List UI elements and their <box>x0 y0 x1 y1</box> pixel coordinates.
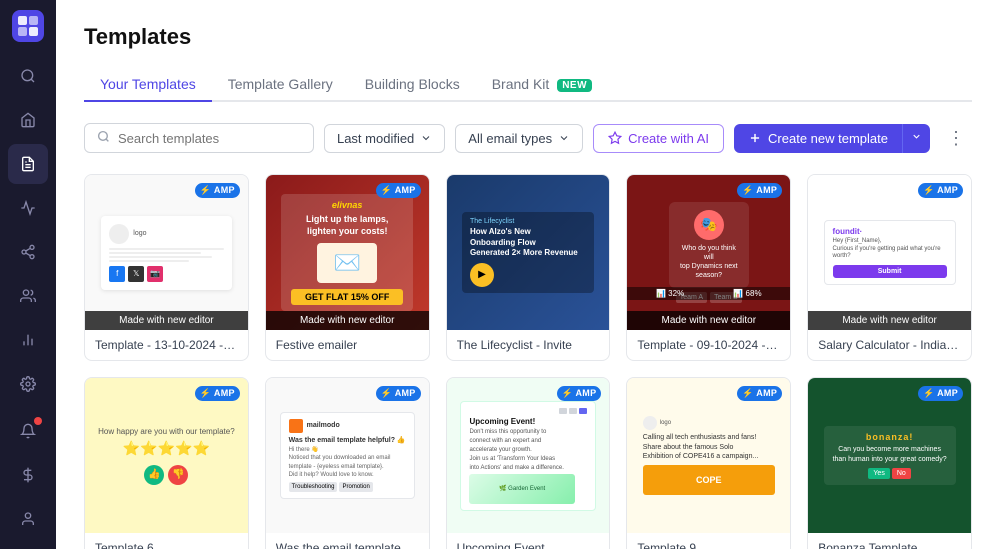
amp-badge: ⚡ AMP <box>737 386 782 401</box>
create-with-ai-button[interactable]: Create with AI <box>593 124 724 153</box>
new-editor-banner: Made with new editor <box>266 311 429 330</box>
amp-badge: ⚡ AMP <box>737 183 782 198</box>
template-card[interactable]: ⚡ AMP elivnas Light up the lamps,lighten… <box>265 174 430 361</box>
sidebar <box>0 0 56 549</box>
last-modified-filter[interactable]: Last modified <box>324 124 445 153</box>
sidebar-item-profile[interactable] <box>8 499 48 539</box>
template-card[interactable]: ⚡ AMP bonanza! Can you become more machi… <box>807 377 972 549</box>
template-title: Template 9 <box>637 541 780 549</box>
amp-badge: ⚡ AMP <box>376 183 421 198</box>
template-preview: ⚡ AMP bonanza! Can you become more machi… <box>808 378 971 533</box>
tab-brand-kit[interactable]: Brand Kit NEW <box>476 68 608 102</box>
template-title: Bonanza Template <box>818 541 961 549</box>
more-options-button[interactable]: ⋮ <box>940 122 972 154</box>
tab-bar: Your Templates Template Gallery Building… <box>84 68 972 102</box>
template-preview: ⚡ AMP mailmodo Was the email template he… <box>266 378 429 533</box>
template-title: Template 6 <box>95 541 238 549</box>
search-icon <box>97 130 110 146</box>
templates-grid: ⚡ AMP logo f 𝕏 📷 Made w <box>84 174 972 549</box>
amp-badge: ⚡ AMP <box>376 386 421 401</box>
template-title: Salary Calculator - India_final <box>818 338 961 352</box>
sidebar-item-templates[interactable] <box>8 144 48 184</box>
new-editor-banner: Made with new editor <box>627 311 790 330</box>
template-card[interactable]: ⚡ AMP Upcoming Event!Don't miss this opp… <box>446 377 611 549</box>
new-badge: NEW <box>557 79 592 92</box>
amp-badge: ⚡ AMP <box>195 183 240 198</box>
template-preview: ⚡ AMP foundit· Hey {First_Name},Curious … <box>808 175 971 330</box>
email-type-filter[interactable]: All email types <box>455 124 583 153</box>
amp-badge: ⚡ AMP <box>557 386 602 401</box>
template-title: The Lifecyclist - Invite <box>457 338 600 352</box>
create-template-dropdown-button[interactable] <box>902 124 930 153</box>
template-preview: The Lifecyclist How Alzo's NewOnboarding… <box>447 175 610 330</box>
sidebar-item-share[interactable] <box>8 232 48 272</box>
template-preview: ⚡ AMP elivnas Light up the lamps,lighten… <box>266 175 429 330</box>
amp-badge: ⚡ AMP <box>918 386 963 401</box>
template-card[interactable]: ⚡ AMP logo Calling all tech enthusiasts … <box>626 377 791 549</box>
template-preview: ⚡ AMP 🎭 Who do you think willtop Dynamic… <box>627 175 790 330</box>
template-card[interactable]: ⚡ AMP How happy are you with our templat… <box>84 377 249 549</box>
main-content: Templates Your Templates Template Galler… <box>56 0 1000 549</box>
create-new-template-button[interactable]: Create new template <box>734 124 902 153</box>
template-preview: ⚡ AMP logo f 𝕏 📷 Made w <box>85 175 248 330</box>
template-preview: ⚡ AMP Upcoming Event!Don't miss this opp… <box>447 378 610 533</box>
sidebar-item-home[interactable] <box>8 100 48 140</box>
toolbar: Last modified All email types Create wit… <box>84 122 972 154</box>
sidebar-item-settings[interactable] <box>8 364 48 404</box>
template-title: Template - 09-10-2024 - 04:24 <box>637 338 780 352</box>
notification-badge <box>34 417 42 425</box>
app-logo[interactable] <box>12 10 44 42</box>
new-editor-banner: Made with new editor <box>808 311 971 330</box>
new-editor-banner: Made with new editor <box>85 311 248 330</box>
template-title: Upcoming Event <box>457 541 600 549</box>
amp-badge: ⚡ AMP <box>195 386 240 401</box>
template-card[interactable]: ⚡ AMP mailmodo Was the email template he… <box>265 377 430 549</box>
template-card[interactable]: ⚡ AMP 🎭 Who do you think willtop Dynamic… <box>626 174 791 361</box>
create-template-group: Create new template <box>734 124 930 153</box>
template-card[interactable]: ⚡ AMP foundit· Hey {First_Name},Curious … <box>807 174 972 361</box>
template-title: Festive emailer <box>276 338 419 352</box>
sidebar-item-search[interactable] <box>8 56 48 96</box>
sidebar-item-analytics[interactable] <box>8 188 48 228</box>
amp-badge: ⚡ AMP <box>918 183 963 198</box>
template-card[interactable]: The Lifecyclist How Alzo's NewOnboarding… <box>446 174 611 361</box>
stats-bar: 📊 32%📊 68% <box>627 287 790 300</box>
template-preview: ⚡ AMP How happy are you with our templat… <box>85 378 248 533</box>
template-title: Template - 13-10-2024 - 02:44 <box>95 338 238 352</box>
sidebar-item-notifications[interactable] <box>8 411 48 451</box>
sidebar-item-charts[interactable] <box>8 320 48 360</box>
tab-your-templates[interactable]: Your Templates <box>84 68 212 102</box>
tab-template-gallery[interactable]: Template Gallery <box>212 68 349 102</box>
template-preview: ⚡ AMP logo Calling all tech enthusiasts … <box>627 378 790 533</box>
search-box[interactable] <box>84 123 314 153</box>
sidebar-item-users[interactable] <box>8 276 48 316</box>
sidebar-item-billing[interactable] <box>8 455 48 495</box>
search-input[interactable] <box>118 131 301 146</box>
page-title: Templates <box>84 24 972 50</box>
template-card[interactable]: ⚡ AMP logo f 𝕏 📷 Made w <box>84 174 249 361</box>
tab-building-blocks[interactable]: Building Blocks <box>349 68 476 102</box>
template-title: Was the email template helpful? <box>276 541 419 549</box>
